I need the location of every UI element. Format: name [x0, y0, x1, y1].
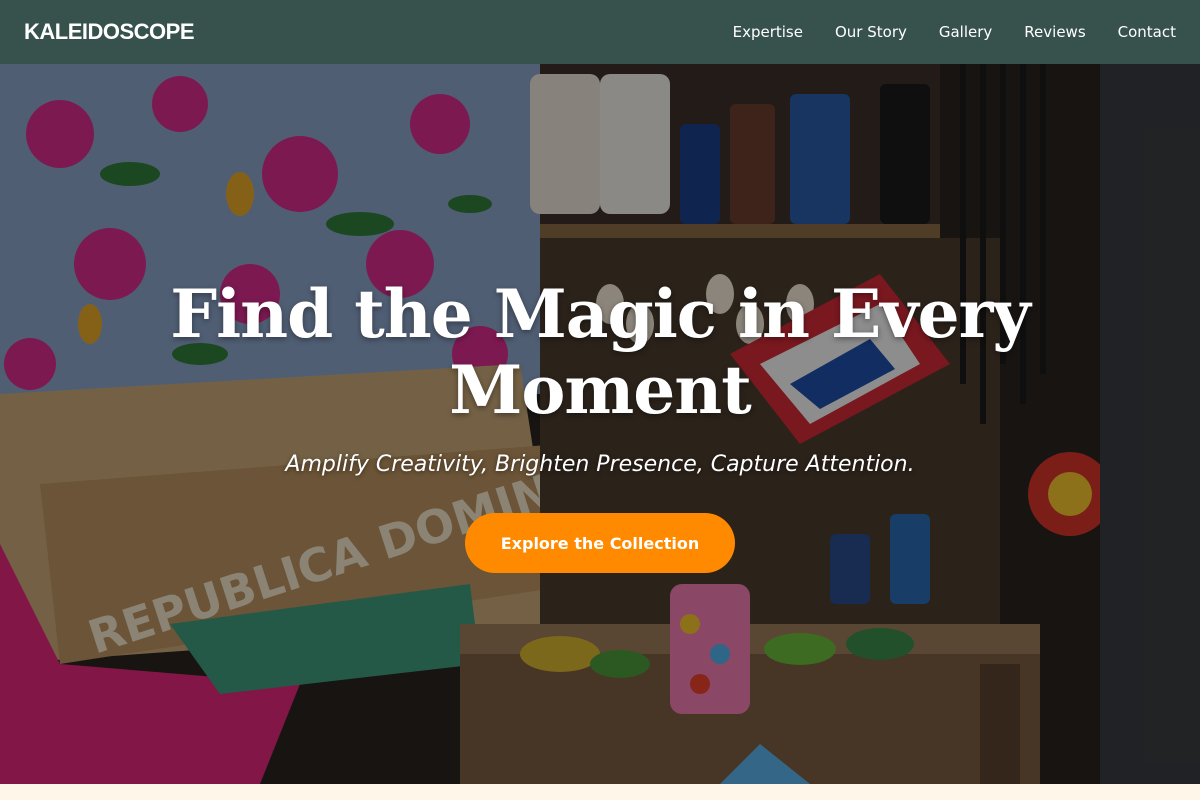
- nav-link-expertise[interactable]: Expertise: [733, 23, 803, 41]
- hero-subtitle: Amplify Creativity, Brighten Presence, C…: [285, 452, 915, 477]
- top-navbar: KALEIDOSCOPE Expertise Our Story Gallery…: [0, 0, 1200, 64]
- explore-collection-button[interactable]: Explore the Collection: [465, 513, 735, 573]
- next-section-edge: [0, 784, 1200, 800]
- brand-logo[interactable]: KALEIDOSCOPE: [24, 19, 195, 45]
- nav-link-reviews[interactable]: Reviews: [1024, 23, 1085, 41]
- nav-link-gallery[interactable]: Gallery: [939, 23, 992, 41]
- nav-links: Expertise Our Story Gallery Reviews Cont…: [733, 23, 1176, 41]
- hero-section: REPUBLICA DOMINICANA Find the Magic in E…: [0, 64, 1200, 784]
- hero-title: Find the Magic in Every Moment: [170, 275, 1031, 429]
- nav-link-our-story[interactable]: Our Story: [835, 23, 907, 41]
- hero-content: Find the Magic in Every Moment Amplify C…: [0, 276, 1200, 573]
- nav-link-contact[interactable]: Contact: [1118, 23, 1176, 41]
